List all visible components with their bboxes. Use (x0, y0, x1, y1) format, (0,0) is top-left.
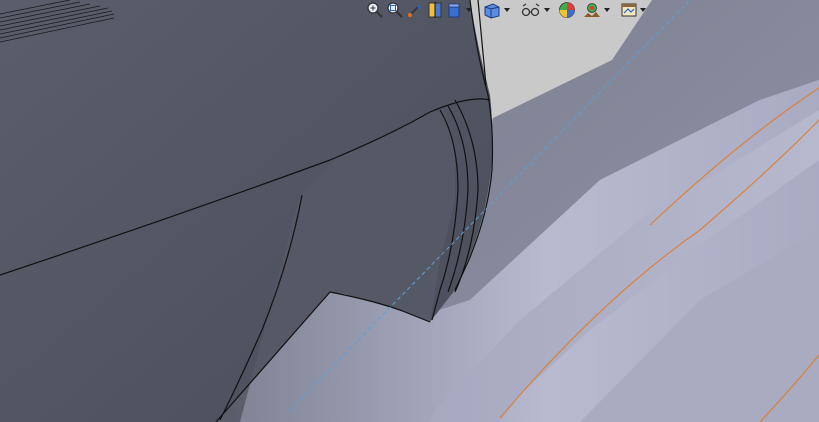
zoom-to-area-icon (387, 2, 403, 18)
display-style-button[interactable] (482, 0, 510, 20)
zoom-to-area-button[interactable] (386, 0, 404, 20)
view-orientation-button[interactable] (446, 0, 472, 20)
apply-scene-button[interactable] (582, 0, 610, 20)
display-style-dropdown-icon[interactable] (504, 8, 510, 12)
view-orientation-dropdown-icon[interactable] (466, 8, 472, 12)
edit-appearance-icon (559, 2, 575, 18)
view-settings-dropdown-icon[interactable] (640, 8, 646, 12)
hide-show-items-icon (521, 3, 540, 17)
section-view-button[interactable] (426, 0, 444, 20)
view-settings-icon (621, 3, 637, 17)
previous-view-button[interactable] (406, 0, 424, 20)
graphics-area[interactable] (0, 0, 819, 422)
apply-scene-icon (584, 3, 600, 17)
heads-up-view-toolbar (366, 0, 646, 20)
previous-view-icon (408, 4, 421, 17)
hide-show-items-button[interactable] (520, 0, 550, 20)
hide-show-items-dropdown-icon[interactable] (544, 8, 550, 12)
view-orientation-icon (448, 3, 460, 18)
apply-scene-dropdown-icon[interactable] (604, 8, 610, 12)
display-style-icon (484, 3, 500, 19)
view-settings-button[interactable] (620, 0, 646, 20)
edit-appearance-button[interactable] (558, 0, 576, 20)
model-viewport[interactable] (0, 0, 819, 422)
zoom-to-fit-button[interactable] (366, 0, 384, 20)
zoom-to-fit-icon (367, 2, 383, 18)
section-view-icon (428, 2, 442, 18)
